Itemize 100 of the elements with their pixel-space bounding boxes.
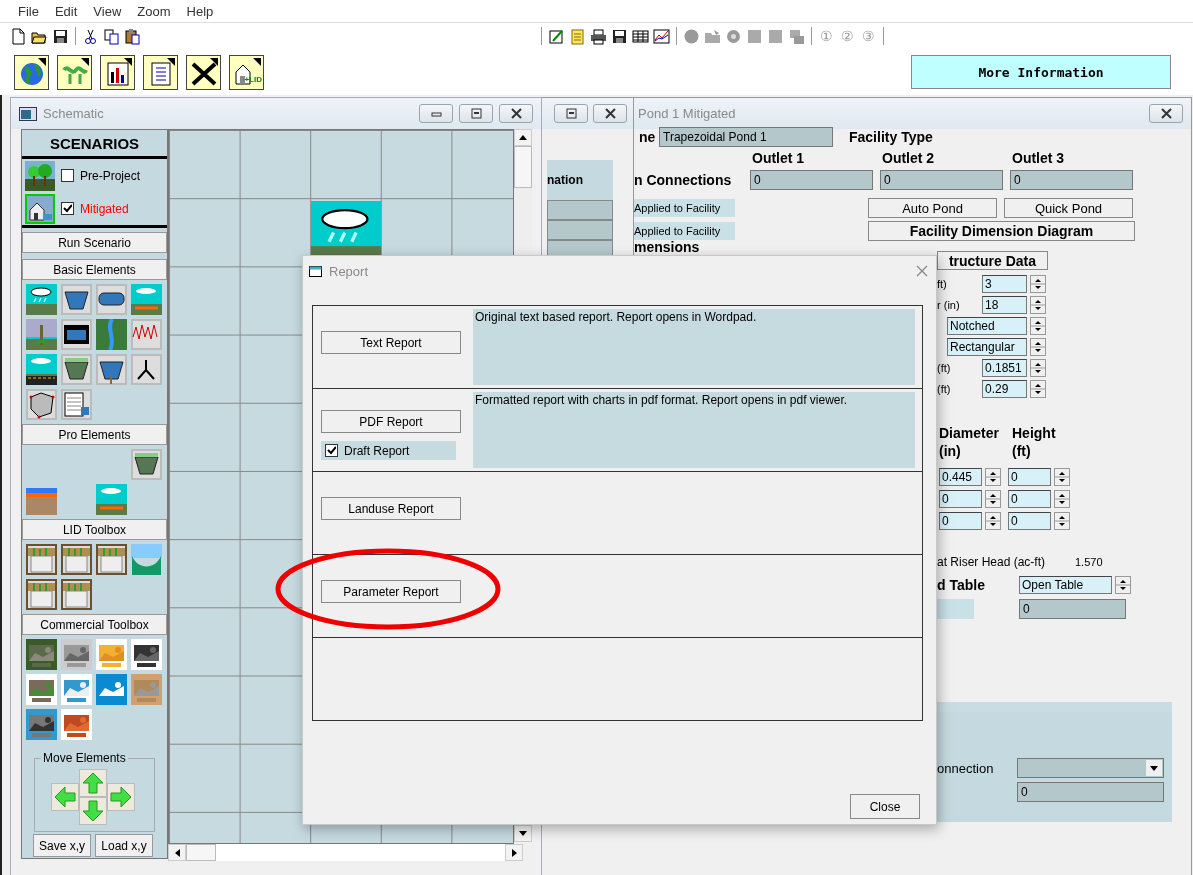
- checkbox[interactable]: [325, 444, 338, 457]
- xy-button[interactable]: Load x,y: [95, 834, 153, 857]
- diagram-button[interactable]: Facility Dimension Diagram: [868, 221, 1135, 241]
- report-button[interactable]: Landuse Report: [321, 497, 461, 520]
- connection-dropdown[interactable]: [1017, 758, 1164, 778]
- menu-item[interactable]: Help: [178, 3, 222, 19]
- report-button[interactable]: Text Report: [321, 331, 461, 354]
- close-button[interactable]: [1149, 104, 1183, 123]
- graph-icon[interactable]: [131, 319, 162, 350]
- value-field[interactable]: 3: [982, 275, 1027, 293]
- trapezoid-pond-icon[interactable]: [96, 354, 127, 385]
- toolbar-button[interactable]: +LID: [229, 54, 264, 90]
- chart-icon[interactable]: [653, 27, 670, 45]
- soil-section-icon[interactable]: [26, 544, 57, 575]
- soil-section-icon[interactable]: [61, 544, 92, 575]
- rain-cloud-icon[interactable]: [26, 284, 57, 315]
- menu-item[interactable]: Edit: [46, 3, 86, 19]
- soil-layers-icon[interactable]: [131, 284, 162, 315]
- toolbar-button[interactable]: [186, 54, 221, 90]
- value-field[interactable]: 0: [1008, 490, 1051, 508]
- road-icon[interactable]: [26, 354, 57, 385]
- copy-icon[interactable]: [103, 27, 120, 45]
- value-field[interactable]: 18: [982, 296, 1027, 314]
- table-select[interactable]: Open Table: [1019, 576, 1112, 594]
- move-left-button[interactable]: [51, 783, 79, 811]
- checkbox[interactable]: [61, 169, 74, 182]
- new-file-icon[interactable]: [10, 27, 27, 45]
- value-field[interactable]: Rectangular: [947, 338, 1027, 356]
- table-icon[interactable]: [632, 27, 649, 45]
- spinner[interactable]: [985, 512, 1001, 530]
- spinner[interactable]: [1030, 380, 1046, 398]
- spinner[interactable]: [1030, 275, 1046, 293]
- split-icon[interactable]: [131, 354, 162, 385]
- value-field[interactable]: 0.445: [939, 468, 982, 486]
- toolbar-button[interactable]: [143, 54, 178, 90]
- menu-item[interactable]: File: [10, 3, 47, 19]
- maximize-button[interactable]: [554, 104, 588, 123]
- spinner[interactable]: [1030, 317, 1046, 335]
- save-icon[interactable]: [52, 27, 69, 45]
- edit-icon[interactable]: [548, 27, 565, 45]
- close-button[interactable]: [499, 104, 533, 123]
- outlet-field[interactable]: 0: [1010, 170, 1133, 190]
- spinner[interactable]: [1115, 576, 1131, 594]
- computer-icon[interactable]: [788, 27, 805, 45]
- menu-item[interactable]: Zoom: [129, 3, 179, 19]
- structure-data-button[interactable]: tructure Data: [937, 251, 1048, 270]
- move-up-button[interactable]: [79, 769, 107, 797]
- spinner[interactable]: [1054, 512, 1070, 530]
- spinner[interactable]: [1030, 338, 1046, 356]
- scroll-thumb[interactable]: [186, 844, 216, 861]
- outlet-field[interactable]: 0: [880, 170, 1003, 190]
- checkbox[interactable]: [61, 202, 74, 215]
- value-field[interactable]: 0.1851: [982, 359, 1027, 377]
- close-button[interactable]: [593, 104, 627, 123]
- spinner[interactable]: [1030, 296, 1046, 314]
- value-field[interactable]: 0: [1017, 782, 1164, 802]
- toolbar-button[interactable]: [100, 54, 135, 90]
- more-information-button[interactable]: More Information: [911, 55, 1171, 89]
- spinner[interactable]: [1054, 468, 1070, 486]
- polygon-icon[interactable]: [26, 389, 57, 420]
- spreadsheet-icon[interactable]: [61, 389, 92, 420]
- value-field[interactable]: Notched: [947, 317, 1027, 335]
- paste-icon[interactable]: [124, 27, 141, 45]
- trapezoid-pond-icon[interactable]: [131, 449, 162, 480]
- outlet-field[interactable]: 0: [750, 170, 873, 190]
- report-button[interactable]: Parameter Report: [321, 580, 461, 603]
- spinner[interactable]: [985, 468, 1001, 486]
- soil-layers-icon[interactable]: [96, 484, 127, 515]
- scroll-thumb[interactable]: [514, 146, 532, 188]
- value-field[interactable]: 0.29: [982, 380, 1027, 398]
- tank-icon[interactable]: [96, 284, 127, 315]
- horizontal-scrollbar[interactable]: [168, 844, 523, 861]
- close-button[interactable]: Close: [850, 794, 920, 819]
- menu-item[interactable]: View: [85, 3, 130, 19]
- save-icon[interactable]: [611, 27, 628, 45]
- trapezoid-pond-icon[interactable]: [61, 284, 92, 315]
- toolbar-button[interactable]: [57, 54, 92, 90]
- spinner[interactable]: [1054, 490, 1070, 508]
- name-field[interactable]: Trapezoidal Pond 1: [659, 127, 833, 147]
- quick-pond-button[interactable]: Quick Pond: [1004, 198, 1133, 218]
- trapezoid-pond-icon[interactable]: [61, 354, 92, 385]
- soil-section-icon[interactable]: [26, 579, 57, 610]
- circle-icon[interactable]: [683, 27, 700, 45]
- run-scenario-button[interactable]: Run Scenario: [22, 232, 167, 253]
- toolbar-button[interactable]: [14, 54, 49, 90]
- soil-section-icon[interactable]: [96, 544, 127, 575]
- value-field[interactable]: 0: [1019, 599, 1126, 619]
- value-field[interactable]: 0: [1008, 512, 1051, 530]
- move-right-button[interactable]: [107, 783, 135, 811]
- auto-pond-button[interactable]: Auto Pond: [868, 198, 997, 218]
- gear-icon[interactable]: [725, 27, 742, 45]
- report-button[interactable]: PDF Report: [321, 410, 461, 433]
- value-field[interactable]: 0: [939, 490, 982, 508]
- minimize-button[interactable]: [419, 104, 453, 123]
- vault-icon[interactable]: [61, 319, 92, 350]
- move-down-button[interactable]: [79, 797, 107, 825]
- value-field[interactable]: 0: [1008, 468, 1051, 486]
- spinner[interactable]: [985, 490, 1001, 508]
- soil-section-icon[interactable]: [61, 579, 92, 610]
- maximize-button[interactable]: [459, 104, 493, 123]
